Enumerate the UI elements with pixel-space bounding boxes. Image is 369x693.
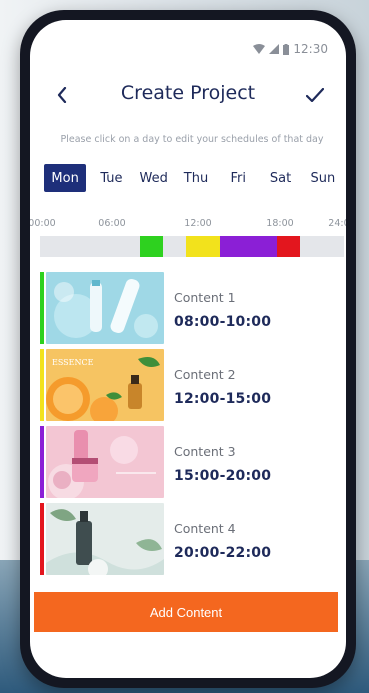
content-name: Content 1 <box>174 290 236 305</box>
signal-icon <box>269 44 280 54</box>
content-thumbnail <box>46 426 164 498</box>
chevron-left-icon <box>57 87 67 103</box>
content-color-marker <box>40 426 44 498</box>
content-color-marker <box>40 349 44 421</box>
battery-icon <box>283 43 290 55</box>
phone-screen: 12:30 Create Project Please click on a d… <box>30 20 346 678</box>
content-thumbnail: ESSENCE <box>46 349 164 421</box>
add-content-button[interactable]: Add Content <box>34 592 338 632</box>
day-selector: Mon Tue Wed Thu Fri Sat Sun <box>44 164 344 192</box>
timeline-tick-label: 00:00 <box>30 218 56 229</box>
day-tab-fri[interactable]: Fri <box>217 164 259 192</box>
timeline-segment-2[interactable] <box>185 236 220 257</box>
timeline-tick-label: 06:00 <box>98 218 126 229</box>
day-tab-sun[interactable]: Sun <box>302 164 344 192</box>
day-tab-sat[interactable]: Sat <box>259 164 301 192</box>
page-title: Create Project <box>120 82 256 104</box>
content-name: Content 4 <box>174 521 236 536</box>
thumbnail-essence-text: ESSENCE <box>52 358 94 367</box>
content-time: 08:00-10:00 <box>174 314 272 330</box>
content-time: 12:00-15:00 <box>174 391 272 407</box>
check-icon <box>306 88 324 102</box>
content-color-marker <box>40 503 44 575</box>
status-bar: 12:30 <box>253 42 328 56</box>
content-time: 20:00-22:00 <box>174 545 272 561</box>
content-thumbnail <box>46 503 164 575</box>
timeline-segment-4[interactable] <box>277 236 301 257</box>
content-name: Content 3 <box>174 444 236 459</box>
phone-frame: 12:30 Create Project Please click on a d… <box>20 10 356 688</box>
confirm-button[interactable] <box>302 80 328 110</box>
timeline-segment-3[interactable] <box>219 236 278 257</box>
day-tab-wed[interactable]: Wed <box>133 164 175 192</box>
content-color-marker <box>40 272 44 344</box>
timeline-tick-label: 24:00 <box>328 218 346 229</box>
back-button[interactable] <box>50 80 74 110</box>
status-time: 12:30 <box>293 42 328 56</box>
content-thumbnail <box>46 272 164 344</box>
content-time: 15:00-20:00 <box>174 468 272 484</box>
day-tab-thu[interactable]: Thu <box>175 164 217 192</box>
content-item-3[interactable]: Content 3 15:00-20:00 <box>40 426 340 502</box>
wifi-icon <box>253 44 266 54</box>
timeline-tick-label: 18:00 <box>266 218 294 229</box>
content-name: Content 2 <box>174 367 236 382</box>
content-item-2[interactable]: ESSENCE Content 2 12:00-15:00 <box>40 349 340 425</box>
timeline-tick-label: 12:00 <box>184 218 212 229</box>
instruction-text: Please click on a day to edit your sched… <box>60 134 324 145</box>
schedule-timeline-bar[interactable] <box>40 236 344 257</box>
header: Create Project <box>30 80 346 110</box>
content-item-4[interactable]: Content 4 20:00-22:00 <box>40 503 340 579</box>
timeline-labels: 00:00 06:00 12:00 18:00 24:00 <box>30 218 346 230</box>
day-tab-mon[interactable]: Mon <box>44 164 87 192</box>
content-item-1[interactable]: Content 1 08:00-10:00 <box>40 272 340 348</box>
timeline-segment-1[interactable] <box>139 236 163 257</box>
day-tab-tue[interactable]: Tue <box>90 164 132 192</box>
content-list: Content 1 08:00-10:00 ESSENCE Content 2 … <box>40 272 340 580</box>
